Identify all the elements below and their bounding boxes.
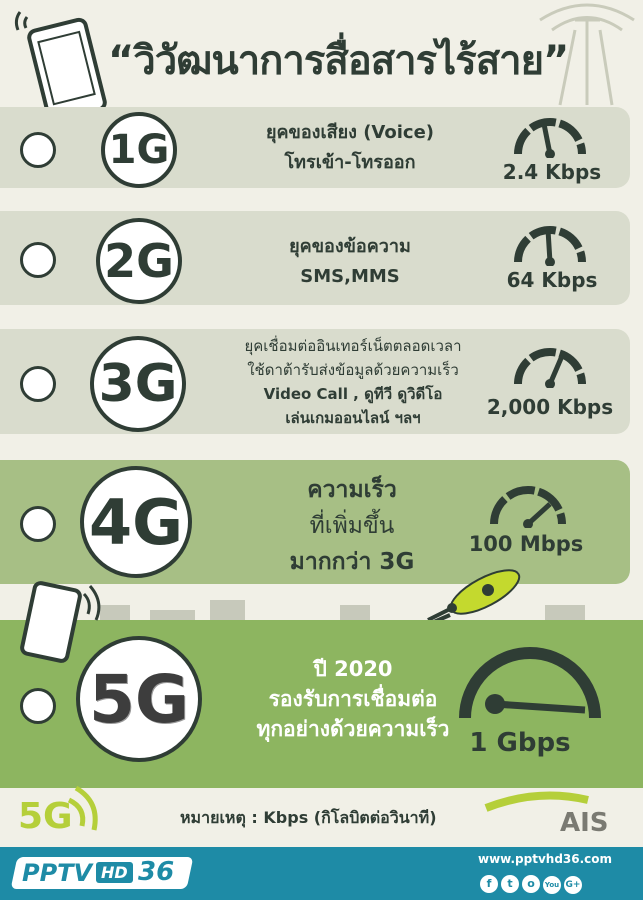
radio-2g[interactable] xyxy=(20,242,56,278)
speed-5g: 1 Gbps xyxy=(469,728,571,758)
pptv-logo-text: PPTV xyxy=(22,859,93,887)
youtube-icon[interactable]: You xyxy=(543,876,561,894)
speed-4g: 100 Mbps xyxy=(468,532,584,556)
description-3g: ยุคเชื่อมต่ออินเทอร์เน็ตตลอดเวลา ใช้ดาต้… xyxy=(244,337,462,427)
speed-3g: 2,000 Kbps xyxy=(486,395,614,419)
speed-1g: 2.4 Kbps xyxy=(502,160,602,184)
radio-3g[interactable] xyxy=(20,366,56,402)
pptv-hd-text: HD xyxy=(96,862,133,883)
phone-wifi-icon xyxy=(14,11,107,121)
speed-gauge-icon xyxy=(514,226,586,266)
website-link[interactable]: www.pptvhd36.com xyxy=(478,852,612,866)
page-title: “วิวัฒนาการสื่อสารไร้สาย” xyxy=(108,38,569,84)
radio-4g[interactable] xyxy=(20,506,56,542)
badge-1g: 1G xyxy=(101,112,177,188)
instagram-icon[interactable]: o xyxy=(522,875,540,893)
google-plus-icon[interactable]: G+ xyxy=(564,876,582,894)
speed-2g: 64 Kbps xyxy=(506,268,598,292)
pptv-channel-text: 36 xyxy=(138,857,175,887)
description-5g: ปี 2020 รองรับการเชื่อมต่อ ทุกอย่างด้วยค… xyxy=(256,657,450,741)
twitter-icon[interactable]: t xyxy=(501,875,519,893)
speed-gauge-icon xyxy=(459,647,601,719)
social-icons: f t o You G+ xyxy=(480,872,585,894)
badge-3g: 3G xyxy=(90,336,186,432)
badge-5g: 5G xyxy=(76,636,202,762)
speed-gauge-icon xyxy=(514,118,586,158)
facebook-icon[interactable]: f xyxy=(480,875,498,893)
phone-wifi-icon xyxy=(20,581,101,663)
badge-4g: 4G xyxy=(80,466,192,578)
description-1g: ยุคของเสียง (Voice) โทรเข้า-โทรออก xyxy=(265,122,435,173)
note-text: หมายเหตุ : Kbps (กิโลบิตต่อวินาที) xyxy=(180,808,437,827)
description-2g: ยุคของข้อความ SMS,MMS xyxy=(289,236,411,287)
radio-1g[interactable] xyxy=(20,132,56,168)
speed-gauge-icon xyxy=(514,348,586,388)
brand-ais: AIS xyxy=(560,808,609,838)
badge-2g: 2G xyxy=(96,218,182,304)
speed-gauge-icon xyxy=(490,486,566,528)
radio-5g[interactable] xyxy=(20,688,56,724)
logo-5g: 5G xyxy=(18,796,73,837)
